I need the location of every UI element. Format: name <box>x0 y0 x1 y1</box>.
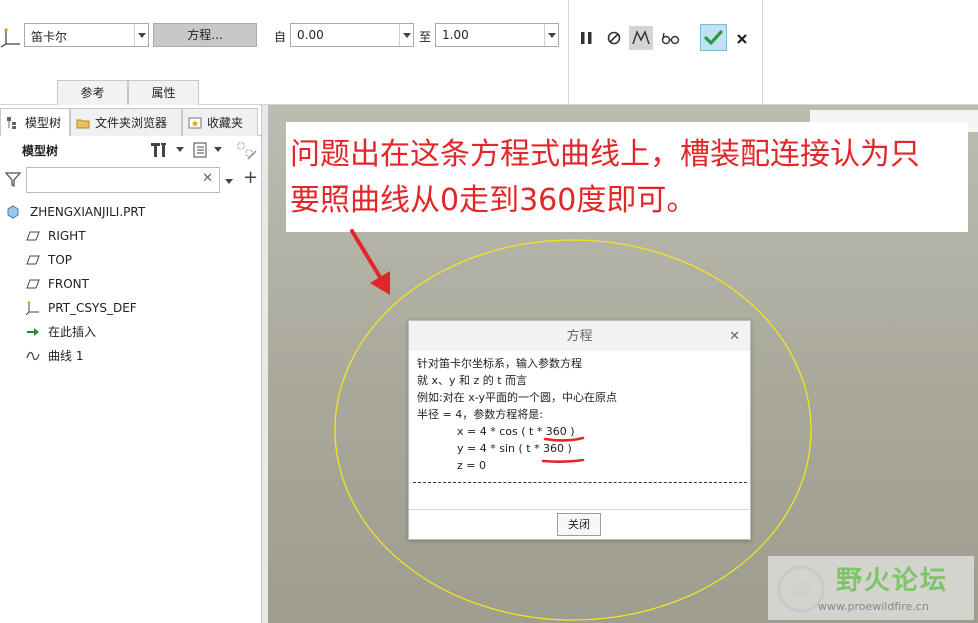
pause-icon[interactable] <box>575 26 599 50</box>
chevron-down-icon <box>399 24 413 46</box>
verify-mode-icon[interactable] <box>629 26 653 50</box>
dialog-text-line: 就 x、y 和 z 的 t 而言 <box>417 374 528 387</box>
navigator-panel: 模型树 文件夹浏览器 收藏夹 模型树 ✕ + ZHENGXIANJILI.PRT… <box>0 105 262 623</box>
tree-tools-icon[interactable] <box>150 141 174 159</box>
close-button[interactable]: 关闭 <box>557 513 601 536</box>
tab-folder-browser-label: 文件夹浏览器 <box>95 116 168 130</box>
folder-icon <box>76 119 90 129</box>
tree-item-label: RIGHT <box>48 229 86 243</box>
ribbon-divider <box>568 0 569 105</box>
csys-icon <box>26 301 39 315</box>
forum-watermark: 野火论坛 www.proewildfire.cn <box>768 556 974 620</box>
equation-dialog: 方程 ✕ 针对笛卡尔坐标系，输入参数方程 就 x、y 和 z 的 t 而言 例如… <box>408 320 751 540</box>
chevron-down-icon[interactable] <box>214 147 222 152</box>
callout-note: 问题出在这条方程式曲线上，槽装配连接认为只 要照曲线从0走到360度即可。 <box>286 122 968 232</box>
no-preview-icon[interactable] <box>602 26 626 50</box>
tab-favorites[interactable]: 收藏夹 <box>182 108 258 136</box>
filter-icon[interactable] <box>4 170 22 188</box>
tree-filter-input[interactable]: ✕ <box>26 167 220 193</box>
chevron-down-icon[interactable] <box>176 147 184 152</box>
datum-plane-icon <box>26 231 40 241</box>
from-label: 自 <box>274 30 287 44</box>
ok-button[interactable] <box>700 24 727 51</box>
curve-icon <box>26 351 40 361</box>
ribbon-divider <box>762 0 763 105</box>
coord-type-value: 笛卡尔 <box>31 30 68 44</box>
equation-button[interactable]: 方程... <box>153 23 257 47</box>
tab-properties[interactable]: 属性 <box>128 80 199 105</box>
dialog-text-line: 针对笛卡尔坐标系，输入参数方程 <box>417 357 582 370</box>
tree-item-label: PRT_CSYS_DEF <box>48 301 137 315</box>
watermark-title: 野火论坛 <box>836 566 949 596</box>
check-icon <box>704 30 723 45</box>
close-icon[interactable]: ✕ <box>729 329 740 344</box>
from-value-field[interactable]: 0.00 <box>290 23 414 47</box>
tree-item-label: TOP <box>48 253 73 267</box>
to-label: 至 <box>419 30 432 44</box>
chevron-down-icon <box>544 24 558 46</box>
tree-header: 模型树 <box>22 144 59 158</box>
dialog-separator <box>413 482 747 483</box>
tab-references[interactable]: 参考 <box>57 80 128 105</box>
favorites-icon <box>188 117 202 129</box>
callout-line-1: 问题出在这条方程式曲线上，槽装配连接认为只 <box>290 137 920 172</box>
glasses-preview-icon[interactable] <box>658 26 682 50</box>
dialog-text-line: 半径 = 4，参数方程将是: <box>417 408 543 421</box>
tab-model-tree-label: 模型树 <box>25 116 62 130</box>
model-tree-icon <box>7 117 16 129</box>
csys-icon <box>0 28 20 48</box>
navigator-tabs: 模型树 文件夹浏览器 收藏夹 <box>0 108 262 136</box>
tab-folder-browser[interactable]: 文件夹浏览器 <box>70 108 182 136</box>
tree-item-label: ZHENGXIANJILI.PRT <box>30 205 146 219</box>
callout-line-2: 要照曲线从0走到360度即可。 <box>290 183 697 218</box>
dialog-title: 方程 <box>409 321 750 351</box>
datum-plane-icon <box>26 255 40 265</box>
annotation-arrow-icon <box>350 229 390 295</box>
dialog-footer-divider <box>409 509 750 510</box>
datum-plane-icon <box>26 279 40 289</box>
clear-icon[interactable]: ✕ <box>202 171 213 186</box>
dialog-text-line: 例如:对在 x-y平面的一个圆，中心在原点 <box>417 391 617 404</box>
watermark-url: www.proewildfire.cn <box>818 600 929 613</box>
tree-item-label: 曲线 1 <box>48 349 84 363</box>
tree-item-label: 在此插入 <box>48 325 97 339</box>
cancel-x-icon[interactable] <box>730 26 754 50</box>
ribbon: 笛卡尔 方程... 自 0.00 至 1.00 参考 属性 <box>0 0 978 105</box>
tab-favorites-label: 收藏夹 <box>207 116 244 130</box>
underline-annotation <box>541 436 585 463</box>
show-hide-icon[interactable] <box>236 141 258 161</box>
part-icon <box>7 205 19 219</box>
chevron-down-icon <box>134 24 148 46</box>
add-icon[interactable]: + <box>243 169 258 187</box>
insert-arrow-icon <box>27 328 39 336</box>
chevron-down-icon[interactable] <box>225 179 233 184</box>
settings-list-icon[interactable] <box>192 141 210 159</box>
tree-item-label: FRONT <box>48 277 89 291</box>
coord-type-dropdown[interactable]: 笛卡尔 <box>24 23 149 47</box>
tab-model-tree[interactable]: 模型树 <box>0 108 70 136</box>
from-value: 0.00 <box>297 28 324 42</box>
to-value: 1.00 <box>442 28 469 42</box>
to-value-field[interactable]: 1.00 <box>435 23 559 47</box>
